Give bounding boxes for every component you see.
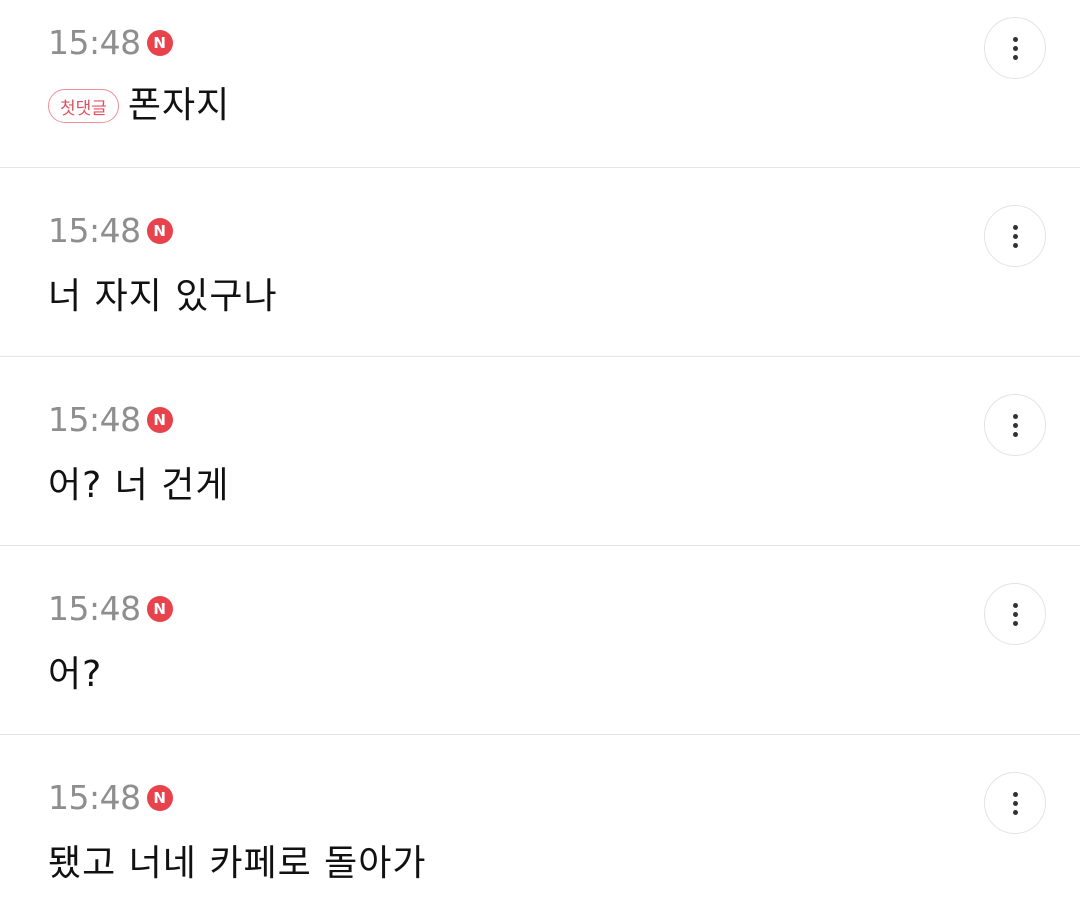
comment-meta: 15:48 N [48, 781, 173, 814]
more-vertical-icon [1012, 791, 1018, 815]
comment-meta: 15:48 N [48, 403, 173, 436]
comment-meta: 15:48 N [48, 214, 173, 247]
comment-item: 15:48 N 어? 너 건게 [0, 357, 1080, 546]
comment-list: 15:48 N 첫댓글 폰자지 15:48 N 너 자지 있구나 15:48 N… [0, 0, 1080, 920]
more-options-button[interactable] [984, 772, 1046, 834]
comment-body: 어? [48, 657, 102, 693]
more-vertical-icon [1012, 413, 1018, 437]
comment-time: 15:48 [48, 400, 141, 439]
comment-meta: 15:48 N [48, 592, 173, 625]
new-badge: N [146, 217, 173, 244]
new-badge: N [146, 29, 173, 56]
more-options-button[interactable] [984, 205, 1046, 267]
comment-item: 15:48 N 어? [0, 546, 1080, 735]
comment-item: 15:48 N 너 자지 있구나 [0, 168, 1080, 357]
comment-text: 됐고 너네 카페로 돌아가 [48, 843, 427, 884]
comment-item: 15:48 N 됐고 너네 카페로 돌아가 [0, 735, 1080, 924]
more-vertical-icon [1012, 224, 1018, 248]
comment-body: 됐고 너네 카페로 돌아가 [48, 846, 427, 882]
comment-time: 15:48 [48, 778, 141, 817]
comment-item: 15:48 N 첫댓글 폰자지 [0, 0, 1080, 168]
comment-body: 첫댓글 폰자지 [48, 88, 230, 124]
comment-text: 어? 너 건게 [48, 465, 230, 506]
comment-text: 너 자지 있구나 [48, 276, 278, 317]
comment-time: 15:48 [48, 589, 141, 628]
comment-time: 15:48 [48, 23, 141, 62]
new-badge: N [146, 595, 173, 622]
comment-time: 15:48 [48, 211, 141, 250]
comment-body: 너 자지 있구나 [48, 279, 278, 315]
comment-text: 폰자지 [127, 85, 231, 126]
more-options-button[interactable] [984, 17, 1046, 79]
new-badge: N [146, 406, 173, 433]
more-vertical-icon [1012, 36, 1018, 60]
first-comment-badge: 첫댓글 [48, 89, 119, 123]
comment-body: 어? 너 건게 [48, 468, 229, 504]
new-badge: N [146, 784, 173, 811]
comment-text: 어? [48, 654, 103, 695]
more-options-button[interactable] [984, 583, 1046, 645]
more-options-button[interactable] [984, 394, 1046, 456]
more-vertical-icon [1012, 602, 1018, 626]
comment-meta: 15:48 N [48, 26, 173, 59]
